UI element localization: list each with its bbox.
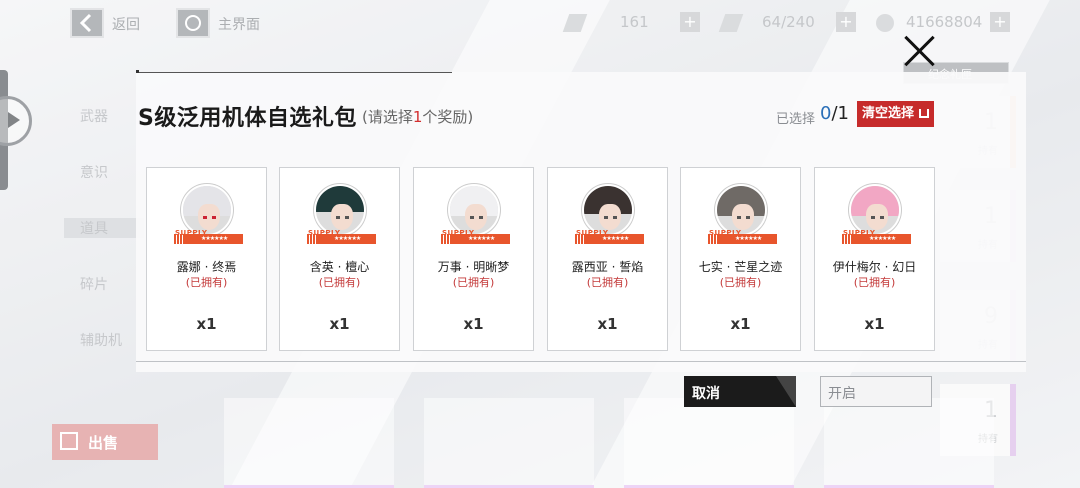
hint-count: 1 (412, 108, 423, 126)
rank-stars: ★★★★★★ (334, 235, 361, 242)
hint-suffix: 个奖励) (422, 108, 474, 126)
dialog-top-line (136, 72, 452, 73)
character-name: 伊什梅尔 · 幻日 (832, 260, 917, 274)
rank-stars: ★★★★★★ (735, 235, 762, 242)
avatar-eye (479, 216, 483, 219)
character-name: 露娜 · 终焉 (176, 260, 237, 274)
reward-card[interactable]: SUPPLY ★★★★★★ 七实 · 芒星之迹 (已拥有) x1 (680, 167, 801, 351)
reward-card[interactable]: SUPPLY ★★★★★★ 伊什梅尔 · 幻日 (已拥有) x1 (814, 167, 935, 351)
reward-quantity: x1 (597, 315, 618, 333)
reward-quantity: x1 (196, 315, 217, 333)
character-name: 七实 · 芒星之迹 (698, 260, 783, 274)
trash-icon (919, 109, 929, 118)
avatar-eye (604, 216, 608, 219)
avatar-face (465, 204, 487, 230)
dialog-hint: (请选择1个奖励) (362, 106, 473, 127)
owned-status: (已拥有) (185, 276, 228, 289)
clear-selection-button[interactable]: 清空选择 (857, 101, 934, 127)
corner-accent (776, 376, 796, 407)
avatar-face (198, 204, 220, 230)
open-button[interactable]: 开启 (820, 376, 932, 407)
avatar-eye (737, 216, 741, 219)
reward-quantity: x1 (463, 315, 484, 333)
avatar-eye (871, 216, 875, 219)
selected-label: 已选择 (776, 112, 816, 127)
clear-selection-label: 清空选择 (862, 106, 915, 121)
owned-status: (已拥有) (586, 276, 629, 289)
selected-count: 0/1 (820, 103, 849, 124)
owned-status: (已拥有) (318, 276, 361, 289)
rank-stars: ★★★★★★ (468, 235, 495, 242)
reward-card[interactable]: SUPPLY ★★★★★★ 露娜 · 终焉 (已拥有) x1 (146, 167, 267, 351)
owned-status: (已拥有) (452, 276, 495, 289)
owned-status: (已拥有) (853, 276, 896, 289)
cancel-button[interactable]: 取消 (684, 376, 796, 407)
avatar-eye (203, 216, 207, 219)
avatar-face (599, 204, 621, 230)
dialog-corner-dot (136, 70, 139, 73)
owned-status: (已拥有) (719, 276, 762, 289)
avatar-face (866, 204, 888, 230)
avatar-eye (746, 216, 750, 219)
reward-quantity: x1 (864, 315, 885, 333)
avatar-face (732, 204, 754, 230)
avatar-eye (336, 216, 340, 219)
reward-card[interactable]: SUPPLY ★★★★★★ 含英 · 檀心 (已拥有) x1 (279, 167, 400, 351)
dialog-divider (136, 361, 1026, 362)
selected-total: /1 (831, 103, 849, 124)
character-name: 万事 · 明晰梦 (437, 260, 510, 274)
avatar-face (331, 204, 353, 230)
rank-stars: ★★★★★★ (869, 235, 896, 242)
open-label: 开启 (828, 386, 856, 402)
character-name: 露西亚 · 誓焰 (571, 260, 644, 274)
close-icon[interactable] (902, 34, 938, 66)
rank-stars: ★★★★★★ (201, 235, 228, 242)
avatar-eye (613, 216, 617, 219)
rank-stars: ★★★★★★ (602, 235, 629, 242)
character-name: 含英 · 檀心 (309, 260, 370, 274)
hint-prefix: (请选择 (362, 108, 413, 126)
reward-card[interactable]: SUPPLY ★★★★★★ 露西亚 · 誓焰 (已拥有) x1 (547, 167, 668, 351)
avatar-eye (880, 216, 884, 219)
dialog-title: S级泛用机体自选礼包 (138, 106, 357, 131)
avatar-eye (345, 216, 349, 219)
reward-card[interactable]: SUPPLY ★★★★★★ 万事 · 明晰梦 (已拥有) x1 (413, 167, 534, 351)
avatar-eye (212, 216, 216, 219)
reward-quantity: x1 (730, 315, 751, 333)
reward-quantity: x1 (329, 315, 350, 333)
cancel-label: 取消 (692, 386, 720, 402)
avatar-eye (470, 216, 474, 219)
selected-current: 0 (820, 103, 832, 124)
